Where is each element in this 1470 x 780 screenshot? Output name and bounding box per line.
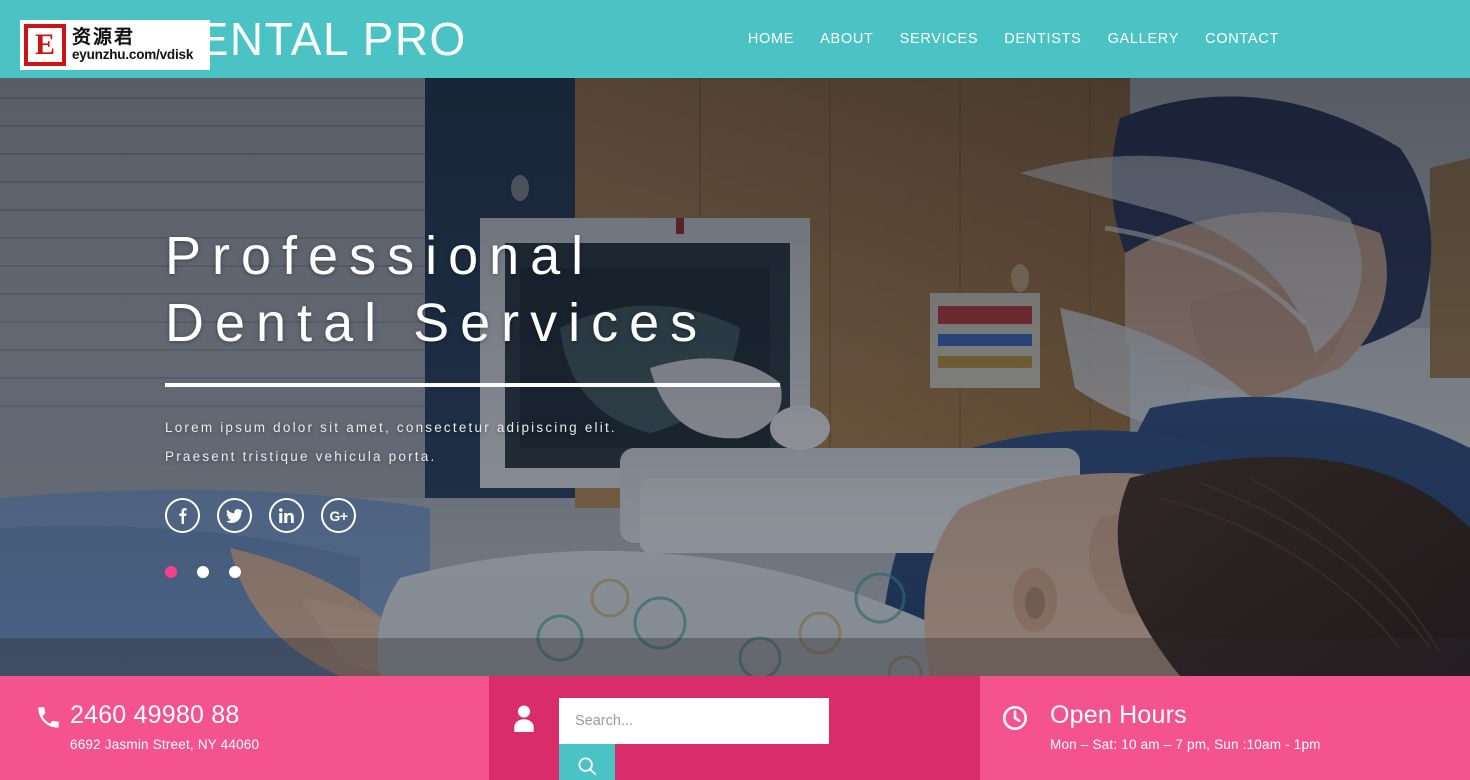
bottom-info-bar: 2460 49980 88 6692 Jasmin Street, NY 440… <box>0 676 1470 780</box>
open-hours-section: Open Hours Mon – Sat: 10 am – 7 pm, Sun … <box>980 676 1470 780</box>
nav-about[interactable]: ABOUT <box>807 31 886 47</box>
hero-title-line1: Professional <box>165 226 595 286</box>
nav-home[interactable]: HOME <box>735 31 807 47</box>
nav-dentists[interactable]: DENTISTS <box>991 31 1094 47</box>
hero-banner: Professional Dental Services Lorem ipsum… <box>0 78 1470 676</box>
search-section <box>489 676 980 780</box>
social-links: G+ <box>165 498 780 533</box>
watermark-chinese-text: 资源君 <box>72 25 136 48</box>
hero-subtitle-line2: Praesent tristique vehicula porta. <box>165 449 437 464</box>
twitter-icon[interactable] <box>217 498 252 533</box>
facebook-icon[interactable] <box>165 498 200 533</box>
carousel-dot-2[interactable] <box>197 566 209 578</box>
hero-content: Professional Dental Services Lorem ipsum… <box>165 223 780 578</box>
page-root: Professional Dental Services Lorem ipsum… <box>0 0 1470 780</box>
open-hours-title: Open Hours <box>1050 701 1187 729</box>
carousel-dot-3[interactable] <box>229 566 241 578</box>
contact-section: 2460 49980 88 6692 Jasmin Street, NY 440… <box>0 676 489 780</box>
watermark-overlay: E 资源君 eyunzhu.com/vdisk <box>20 20 210 70</box>
watermark-url: eyunzhu.com/vdisk <box>72 46 194 62</box>
main-navigation: HOME ABOUT SERVICES DENTISTS GALLERY CON… <box>735 31 1292 47</box>
phone-number: 2460 49980 88 <box>70 701 240 729</box>
phone-icon <box>0 698 70 731</box>
site-header: DENTAL PRO HOME ABOUT SERVICES DENTISTS … <box>0 0 1470 78</box>
hero-divider <box>165 383 780 387</box>
watermark-logo-icon: E <box>24 24 66 66</box>
hero-subtitle-line1: Lorem ipsum dolor sit amet, consectetur … <box>165 420 617 435</box>
google-plus-icon[interactable]: G+ <box>321 498 356 533</box>
nav-services[interactable]: SERVICES <box>887 31 992 47</box>
address-text: 6692 Jasmin Street, NY 44060 <box>70 737 260 752</box>
hero-title-line2: Dental Services <box>165 293 709 353</box>
open-hours-detail: Mon – Sat: 10 am – 7 pm, Sun :10am - 1pm <box>1050 737 1321 752</box>
carousel-dot-1[interactable] <box>165 566 177 578</box>
person-icon <box>489 698 559 732</box>
search-form <box>559 698 829 780</box>
search-button[interactable] <box>559 744 615 780</box>
clock-icon <box>980 698 1050 732</box>
nav-contact[interactable]: CONTACT <box>1192 31 1292 47</box>
search-input[interactable] <box>559 698 829 744</box>
carousel-dots <box>165 566 780 578</box>
nav-gallery[interactable]: GALLERY <box>1095 31 1193 47</box>
linkedin-icon[interactable] <box>269 498 304 533</box>
